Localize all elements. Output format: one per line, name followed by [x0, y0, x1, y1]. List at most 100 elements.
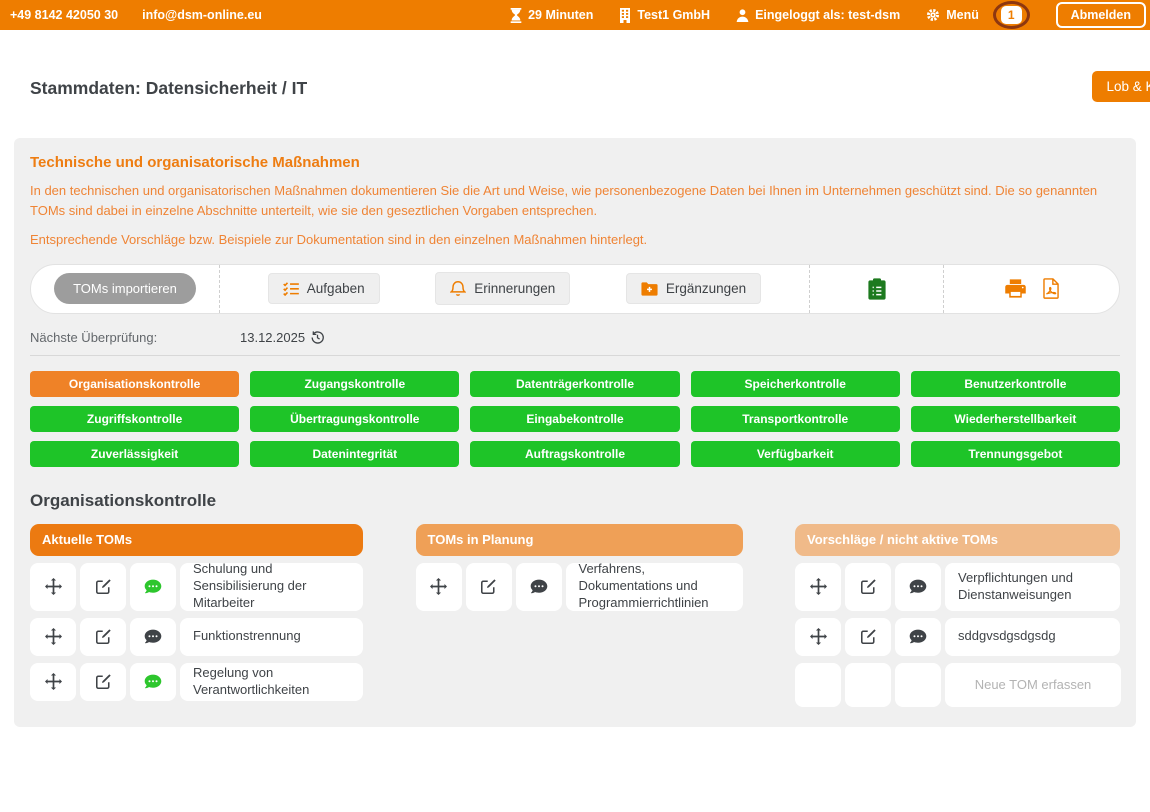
arrows-move-icon: [810, 628, 827, 645]
reminders-button[interactable]: Erinnerungen: [435, 272, 570, 305]
folder-plus-icon: [641, 282, 658, 296]
control-tab-datentraegerkontrolle[interactable]: Datenträgerkontrolle: [470, 371, 679, 397]
move-handle[interactable]: [795, 563, 841, 611]
move-handle[interactable]: [30, 663, 76, 701]
list-check-icon: [283, 281, 299, 296]
move-handle[interactable]: [416, 563, 462, 611]
additions-button-label: Ergänzungen: [666, 281, 746, 296]
control-tab-verfuegbarkeit[interactable]: Verfügbarkeit: [691, 441, 900, 467]
edit-icon: [480, 578, 497, 595]
control-tab-zuverlaessigkeit[interactable]: Zuverlässigkeit: [30, 441, 239, 467]
control-tab-uebertragungskontrolle[interactable]: Übertragungskontrolle: [250, 406, 459, 432]
import-toms-button[interactable]: TOMs importieren: [54, 273, 196, 304]
history-icon: [310, 330, 325, 345]
phone-number[interactable]: +49 8142 42050 30: [10, 8, 118, 22]
tasks-button[interactable]: Aufgaben: [268, 273, 380, 304]
comment-button[interactable]: [130, 563, 176, 611]
control-tab-eingabekontrolle[interactable]: Eingabekontrolle: [470, 406, 679, 432]
tom-label[interactable]: sddgvsdgsdgsdg: [945, 618, 1120, 656]
toolbar-actions-section: Aufgaben Erinnerungen Ergänzungen: [219, 265, 809, 313]
control-tab-auftragskontrolle[interactable]: Auftragskontrolle: [470, 441, 679, 467]
comment-button[interactable]: [130, 618, 176, 656]
control-tab-benutzerkontrolle[interactable]: Benutzerkontrolle: [911, 371, 1120, 397]
tom-row: sddgvsdgsdgsdg: [795, 618, 1120, 656]
hourglass-icon: [510, 8, 522, 23]
comment-dots-icon: [530, 579, 548, 595]
print-button[interactable]: [1005, 279, 1026, 298]
comment-button[interactable]: [516, 563, 562, 611]
toolbar-import-section: TOMs importieren: [31, 265, 219, 313]
company-item[interactable]: Test1 GmbH: [619, 8, 710, 23]
tom-label[interactable]: Regelung von Verantwortlichkeiten: [180, 663, 363, 701]
email-link[interactable]: info@dsm-online.eu: [142, 8, 262, 22]
edit-button[interactable]: [466, 563, 512, 611]
comment-button[interactable]: [895, 618, 941, 656]
comment-dots-icon: [909, 629, 927, 645]
additions-button[interactable]: Ergänzungen: [626, 273, 761, 304]
edit-icon: [860, 628, 877, 645]
history-button[interactable]: [310, 330, 325, 345]
arrows-move-icon: [45, 628, 62, 645]
logout-button[interactable]: Abmelden: [1056, 2, 1146, 28]
comment-dots-icon: [144, 579, 162, 595]
clipboard-report-button[interactable]: [868, 278, 886, 300]
new-tom-input[interactable]: [945, 663, 1121, 707]
move-handle[interactable]: [30, 563, 76, 611]
control-tab-speicherkontrolle[interactable]: Speicherkontrolle: [691, 371, 900, 397]
feedback-button[interactable]: Lob & Kri: [1092, 71, 1150, 102]
control-tab-organisationskontrolle[interactable]: Organisationskontrolle: [30, 371, 239, 397]
arrows-move-icon: [430, 578, 447, 595]
tom-label[interactable]: Verpflichtungen und Dienstanweisungen: [945, 563, 1120, 611]
arrows-move-icon: [45, 578, 62, 595]
session-timer-label: 29 Minuten: [528, 8, 593, 22]
empty-cell: [845, 663, 891, 707]
column-suggested-toms: Vorschläge / nicht aktive TOMs Verpflich…: [795, 524, 1120, 707]
next-review-date: 13.12.2025: [240, 330, 305, 345]
reminders-button-label: Erinnerungen: [474, 281, 555, 296]
menu-item[interactable]: Menü: [926, 8, 979, 22]
tasks-button-label: Aufgaben: [307, 281, 365, 296]
edit-icon: [860, 578, 877, 595]
logged-in-label: Eingeloggt als: test-dsm: [755, 8, 900, 22]
edit-button[interactable]: [80, 563, 126, 611]
edit-button[interactable]: [845, 618, 891, 656]
clipboard-list-icon: [868, 278, 886, 300]
section-title: Organisationskontrolle: [30, 491, 1120, 511]
tom-label[interactable]: Funktionstrennung: [180, 618, 363, 656]
control-tab-zugangskontrolle[interactable]: Zugangskontrolle: [250, 371, 459, 397]
session-timer: 29 Minuten: [510, 8, 593, 23]
toolbar-report-section: [809, 265, 943, 313]
gear-icon: [926, 8, 940, 22]
intro-paragraph-2: Entsprechende Vorschläge bzw. Beispiele …: [30, 230, 1120, 250]
edit-icon: [95, 628, 112, 645]
company-label: Test1 GmbH: [637, 8, 710, 22]
move-handle[interactable]: [30, 618, 76, 656]
column-planned-toms: TOMs in Planung Verfahrens, Dokumentatio…: [416, 524, 743, 611]
notification-badge[interactable]: 1: [1001, 6, 1022, 24]
move-handle[interactable]: [795, 618, 841, 656]
column-header: Aktuelle TOMs: [30, 524, 363, 556]
tom-row: Regelung von Verantwortlichkeiten: [30, 663, 363, 701]
column-header: Vorschläge / nicht aktive TOMs: [795, 524, 1120, 556]
next-review-row: Nächste Überprüfung: 13.12.2025: [30, 330, 1120, 345]
control-tab-zugriffskontrolle[interactable]: Zugriffskontrolle: [30, 406, 239, 432]
control-tab-wiederherstellbarkeit[interactable]: Wiederherstellbarkeit: [911, 406, 1120, 432]
tom-label[interactable]: Verfahrens, Dokumentations und Programmi…: [566, 563, 743, 611]
control-tab-trennungsgebot[interactable]: Trennungsgebot: [911, 441, 1120, 467]
control-tab-datenintegritaet[interactable]: Datenintegrität: [250, 441, 459, 467]
badge-annotation-ring: 1: [993, 1, 1030, 29]
page-title: Stammdaten: Datensicherheit / IT: [30, 78, 1120, 99]
tom-label[interactable]: Schulung und Sensibilisierung der Mitarb…: [180, 563, 363, 611]
edit-button[interactable]: [80, 663, 126, 701]
control-tab-transportkontrolle[interactable]: Transportkontrolle: [691, 406, 900, 432]
edit-button[interactable]: [845, 563, 891, 611]
topbar: +49 8142 42050 30 info@dsm-online.eu 29 …: [0, 0, 1150, 30]
tom-row: Funktionstrennung: [30, 618, 363, 656]
edit-button[interactable]: [80, 618, 126, 656]
pdf-export-button[interactable]: [1042, 278, 1059, 299]
comment-button[interactable]: [895, 563, 941, 611]
file-pdf-icon: [1042, 278, 1059, 299]
comment-button[interactable]: [130, 663, 176, 701]
tom-row: Schulung und Sensibilisierung der Mitarb…: [30, 563, 363, 611]
user-icon: [736, 9, 749, 22]
